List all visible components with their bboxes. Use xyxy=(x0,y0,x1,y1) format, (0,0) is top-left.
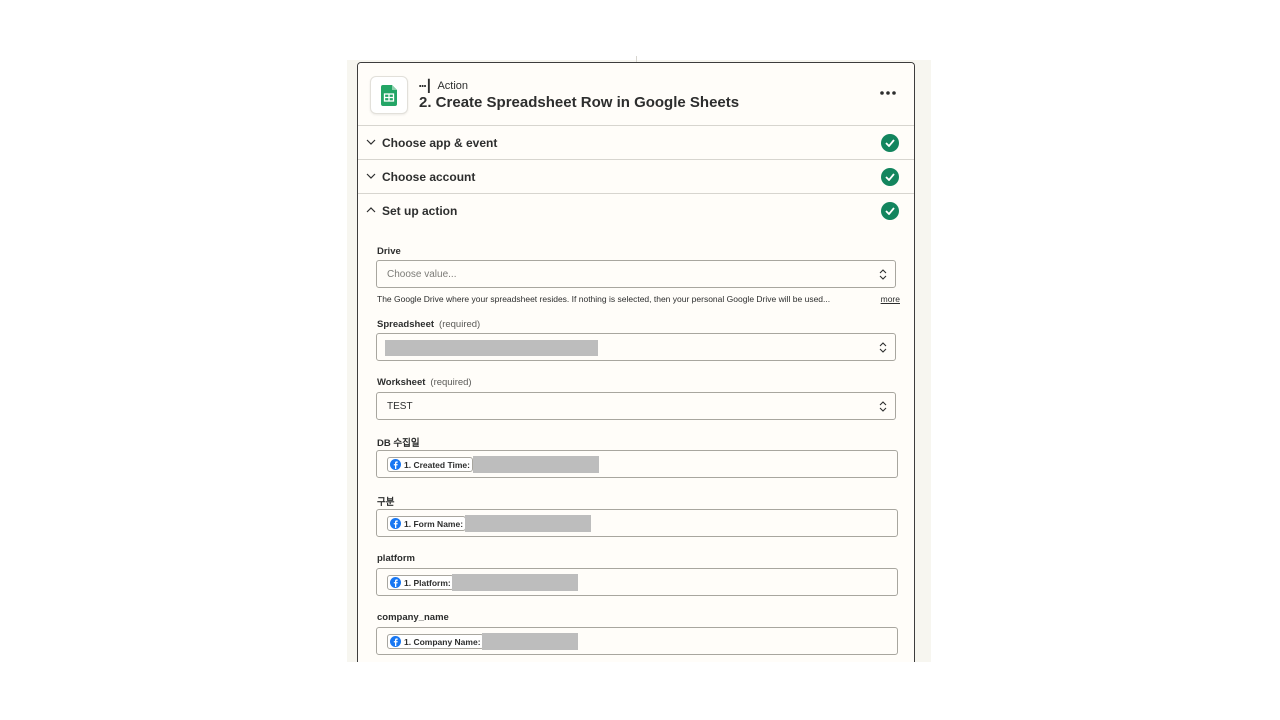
drive-help: The Google Drive where your spreadsheet … xyxy=(377,294,831,304)
drive-select[interactable]: Choose value... xyxy=(376,260,896,288)
facebook-icon xyxy=(390,577,401,588)
more-horizontal-icon xyxy=(880,91,896,95)
mapped-value-pill[interactable]: 1. Form Name: xyxy=(387,516,467,531)
help-more-link[interactable]: more xyxy=(881,294,900,304)
mapped-value-pill[interactable]: 1. Platform: xyxy=(387,575,454,590)
redacted-value xyxy=(385,340,598,356)
check-circle-icon xyxy=(881,168,899,186)
pill-label: 1. Platform: xyxy=(404,577,451,588)
section-label: Set up action xyxy=(382,203,458,218)
section-choose-app-event[interactable]: Choose app & event xyxy=(358,126,914,160)
worksheet-select[interactable]: TEST xyxy=(376,392,896,420)
section-choose-account[interactable]: Choose account xyxy=(358,160,914,194)
chevron-down-icon xyxy=(366,139,376,145)
pill-label: 1. Form Name: xyxy=(404,518,464,529)
select-stepper-icon xyxy=(879,342,887,353)
section-label: Choose account xyxy=(382,169,476,184)
check-circle-icon xyxy=(881,202,899,220)
facebook-icon xyxy=(390,636,401,647)
select-stepper-icon xyxy=(879,401,887,412)
category-label: 구분 xyxy=(377,497,395,508)
chevron-up-icon xyxy=(366,207,376,213)
pill-label: 1. Company Name: xyxy=(404,636,481,647)
mapped-value-pill[interactable]: 1. Company Name: xyxy=(387,634,484,649)
platform-label: platform xyxy=(377,553,415,564)
redacted-value xyxy=(482,633,578,650)
db-date-label: DB 수집일 xyxy=(377,438,420,449)
drive-label: Drive xyxy=(377,246,401,257)
category-field[interactable]: 1. Form Name: xyxy=(376,509,898,537)
drive-help-text: The Google Drive where your spreadsheet … xyxy=(377,294,900,304)
step-header: ┅┃ Action 2. Create Spreadsheet Row in G… xyxy=(358,63,914,126)
pill-label: 1. Created Time: xyxy=(404,459,470,470)
check-circle-icon xyxy=(881,134,899,152)
facebook-icon xyxy=(390,518,401,529)
action-step-icon: ┅┃ xyxy=(419,79,432,93)
chevron-down-icon xyxy=(366,173,376,179)
more-options-button[interactable] xyxy=(876,83,900,103)
required-tag: (required) xyxy=(430,377,472,388)
step-title: 2. Create Spreadsheet Row in Google Shee… xyxy=(419,94,740,111)
step-type: ┅┃ Action xyxy=(419,79,468,93)
redacted-value xyxy=(452,574,578,591)
spreadsheet-label: Spreadsheet (required) xyxy=(377,319,481,330)
step-type-label: Action xyxy=(437,80,469,92)
required-tag: (required) xyxy=(439,319,481,330)
worksheet-label: Worksheet (required) xyxy=(377,377,472,388)
section-set-up-action[interactable]: Set up action xyxy=(358,194,914,227)
google-sheets-icon xyxy=(370,76,408,114)
step-editor-panel: ┅┃ Action 2. Create Spreadsheet Row in G… xyxy=(357,62,915,662)
company-name-label: company_name xyxy=(377,612,449,623)
spreadsheet-select[interactable] xyxy=(376,333,896,361)
mapped-value-pill[interactable]: 1. Created Time: xyxy=(387,457,473,472)
db-date-field[interactable]: 1. Created Time: xyxy=(376,450,898,478)
facebook-icon xyxy=(390,459,401,470)
redacted-value xyxy=(465,515,591,532)
worksheet-value: TEST xyxy=(387,400,413,412)
company-name-field[interactable]: 1. Company Name: xyxy=(376,627,898,655)
section-label: Choose app & event xyxy=(382,135,498,150)
drive-placeholder: Choose value... xyxy=(387,268,457,280)
redacted-value xyxy=(473,456,599,473)
select-stepper-icon xyxy=(879,269,887,280)
platform-field[interactable]: 1. Platform: xyxy=(376,568,898,596)
